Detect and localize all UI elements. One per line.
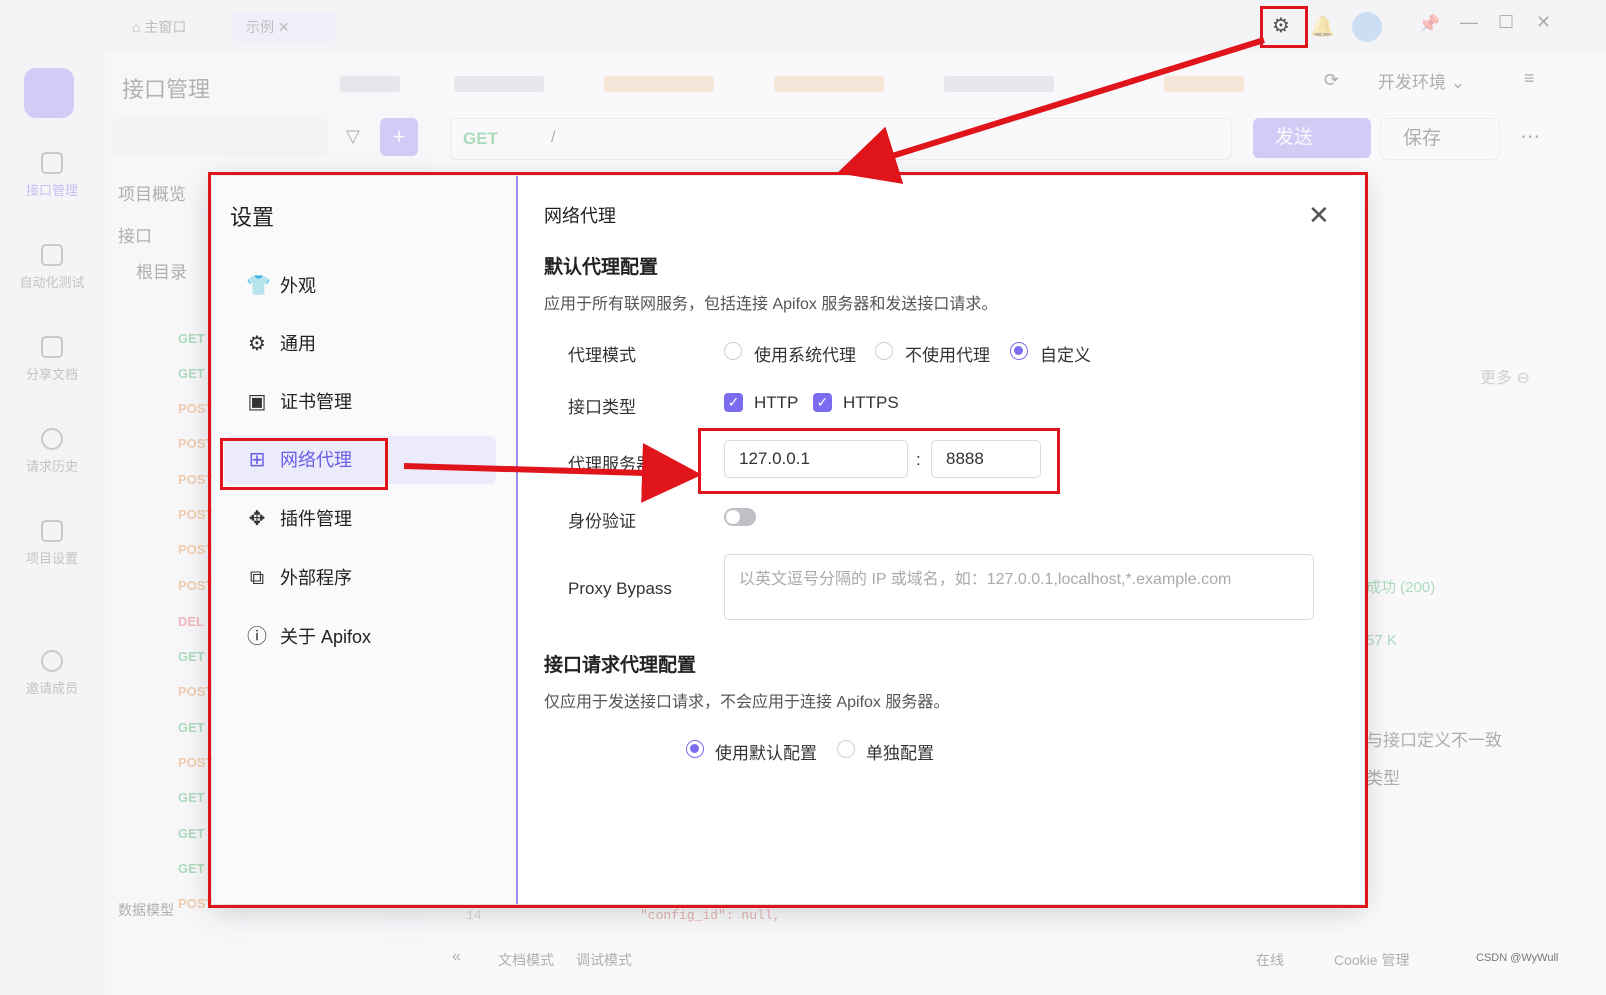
arrow-to-proxy-server: [403, 442, 702, 503]
arrow-to-dialog: [837, 37, 1265, 184]
annotation-arrows: [403, 37, 1265, 503]
